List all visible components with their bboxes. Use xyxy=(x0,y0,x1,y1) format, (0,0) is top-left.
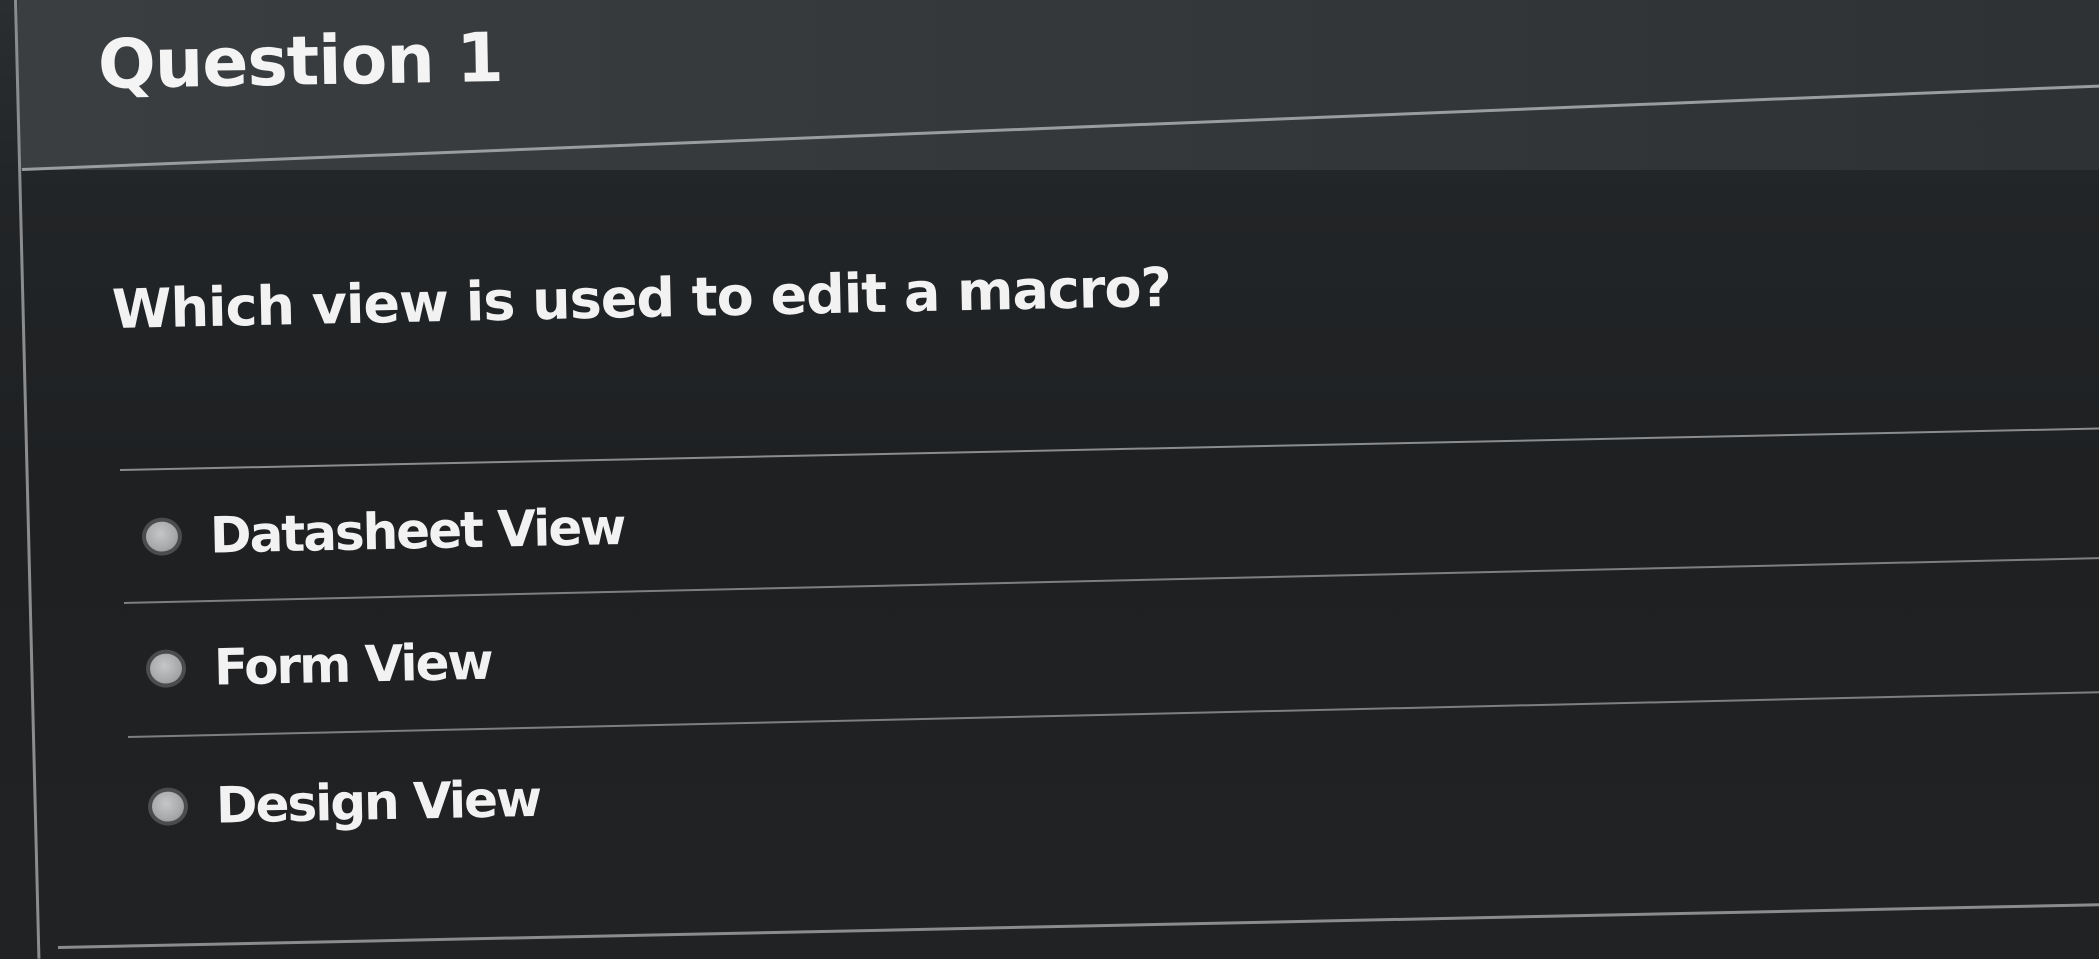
question-title: Question 1 xyxy=(97,18,504,105)
question-text: Which view is used to edit a macro? xyxy=(111,255,1172,341)
quiz-screen: Question 1 Which view is used to edit a … xyxy=(0,0,2099,959)
card-bottom-border xyxy=(57,903,2099,949)
answer-option-design-view[interactable]: Design View xyxy=(147,769,541,836)
radio-button-form-view[interactable] xyxy=(145,649,187,688)
radio-button-design-view[interactable] xyxy=(147,787,189,826)
answer-option-datasheet-view[interactable]: Datasheet View xyxy=(141,498,625,566)
question-divider xyxy=(119,427,2099,471)
radio-button-datasheet-view[interactable] xyxy=(141,517,183,556)
answer-divider xyxy=(127,691,2099,738)
answer-label: Design View xyxy=(215,769,541,835)
answer-option-form-view[interactable]: Form View xyxy=(145,633,492,698)
answer-divider xyxy=(123,556,2099,604)
answer-label: Form View xyxy=(213,632,493,697)
question-card: Question 1 Which view is used to edit a … xyxy=(0,0,2099,959)
answer-label: Datasheet View xyxy=(209,497,625,565)
